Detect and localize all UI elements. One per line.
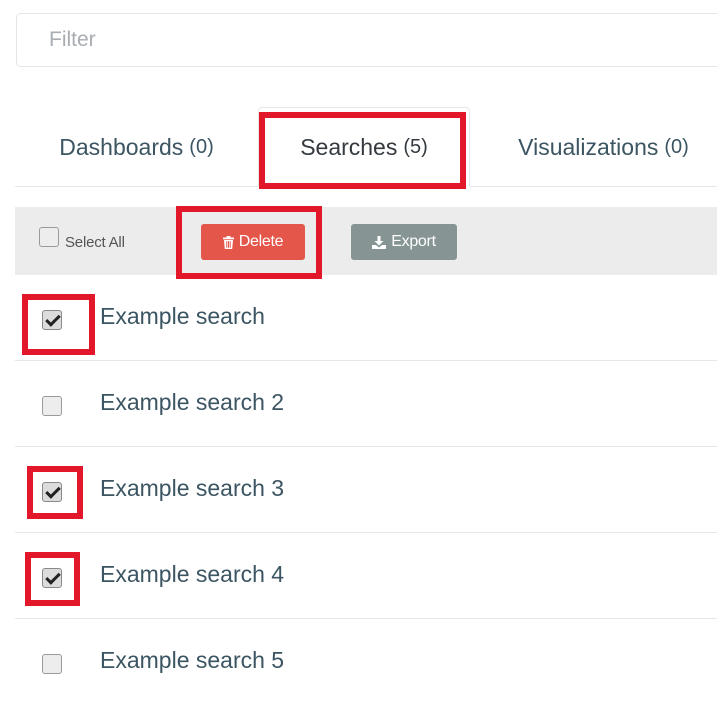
list-item: Example search 3 bbox=[15, 447, 717, 533]
select-all-label: Select All bbox=[65, 234, 125, 251]
list-item: Example search 5 bbox=[15, 619, 717, 705]
delete-button[interactable]: Delete bbox=[201, 224, 305, 260]
trash-icon bbox=[222, 235, 234, 249]
filter-box[interactable] bbox=[16, 13, 717, 67]
tab-visualizations-count: (0) bbox=[664, 135, 689, 158]
delete-button-label: Delete bbox=[238, 233, 284, 250]
select-all-checkbox[interactable] bbox=[39, 227, 59, 247]
tab-bar: Dashboards (0) Searches (5) Visualizatio… bbox=[15, 107, 717, 187]
item-checkbox[interactable] bbox=[42, 396, 62, 416]
item-link[interactable]: Example search 4 bbox=[100, 561, 284, 588]
item-link[interactable]: Example search 2 bbox=[100, 389, 284, 416]
export-button[interactable]: Export bbox=[351, 224, 457, 260]
item-link[interactable]: Example search bbox=[100, 303, 265, 330]
item-checkbox[interactable] bbox=[42, 654, 62, 674]
tab-dashboards-label: Dashboards bbox=[59, 133, 184, 160]
tab-dashboards[interactable]: Dashboards (0) bbox=[15, 107, 258, 187]
list-item: Example search bbox=[15, 275, 717, 361]
tab-visualizations-label: Visualizations bbox=[518, 133, 659, 160]
export-button-label: Export bbox=[391, 233, 436, 250]
list-item: Example search 2 bbox=[15, 361, 717, 447]
item-checkbox[interactable] bbox=[42, 568, 62, 588]
tab-searches-count: (5) bbox=[403, 135, 428, 158]
tab-searches-label: Searches bbox=[300, 133, 398, 160]
item-checkbox[interactable] bbox=[42, 482, 62, 502]
download-icon bbox=[372, 235, 387, 249]
select-all[interactable]: Select All bbox=[39, 227, 125, 253]
tab-visualizations[interactable]: Visualizations (0) bbox=[490, 107, 717, 187]
list-item: Example search 4 bbox=[15, 533, 717, 619]
filter-input[interactable] bbox=[17, 14, 717, 66]
item-link[interactable]: Example search 5 bbox=[100, 647, 284, 674]
bulk-action-toolbar: Select All Delete Export bbox=[15, 207, 717, 275]
item-link[interactable]: Example search 3 bbox=[100, 475, 284, 502]
tab-dashboards-count: (0) bbox=[189, 135, 214, 158]
tab-searches[interactable]: Searches (5) bbox=[258, 107, 470, 187]
item-checkbox[interactable] bbox=[42, 310, 62, 330]
